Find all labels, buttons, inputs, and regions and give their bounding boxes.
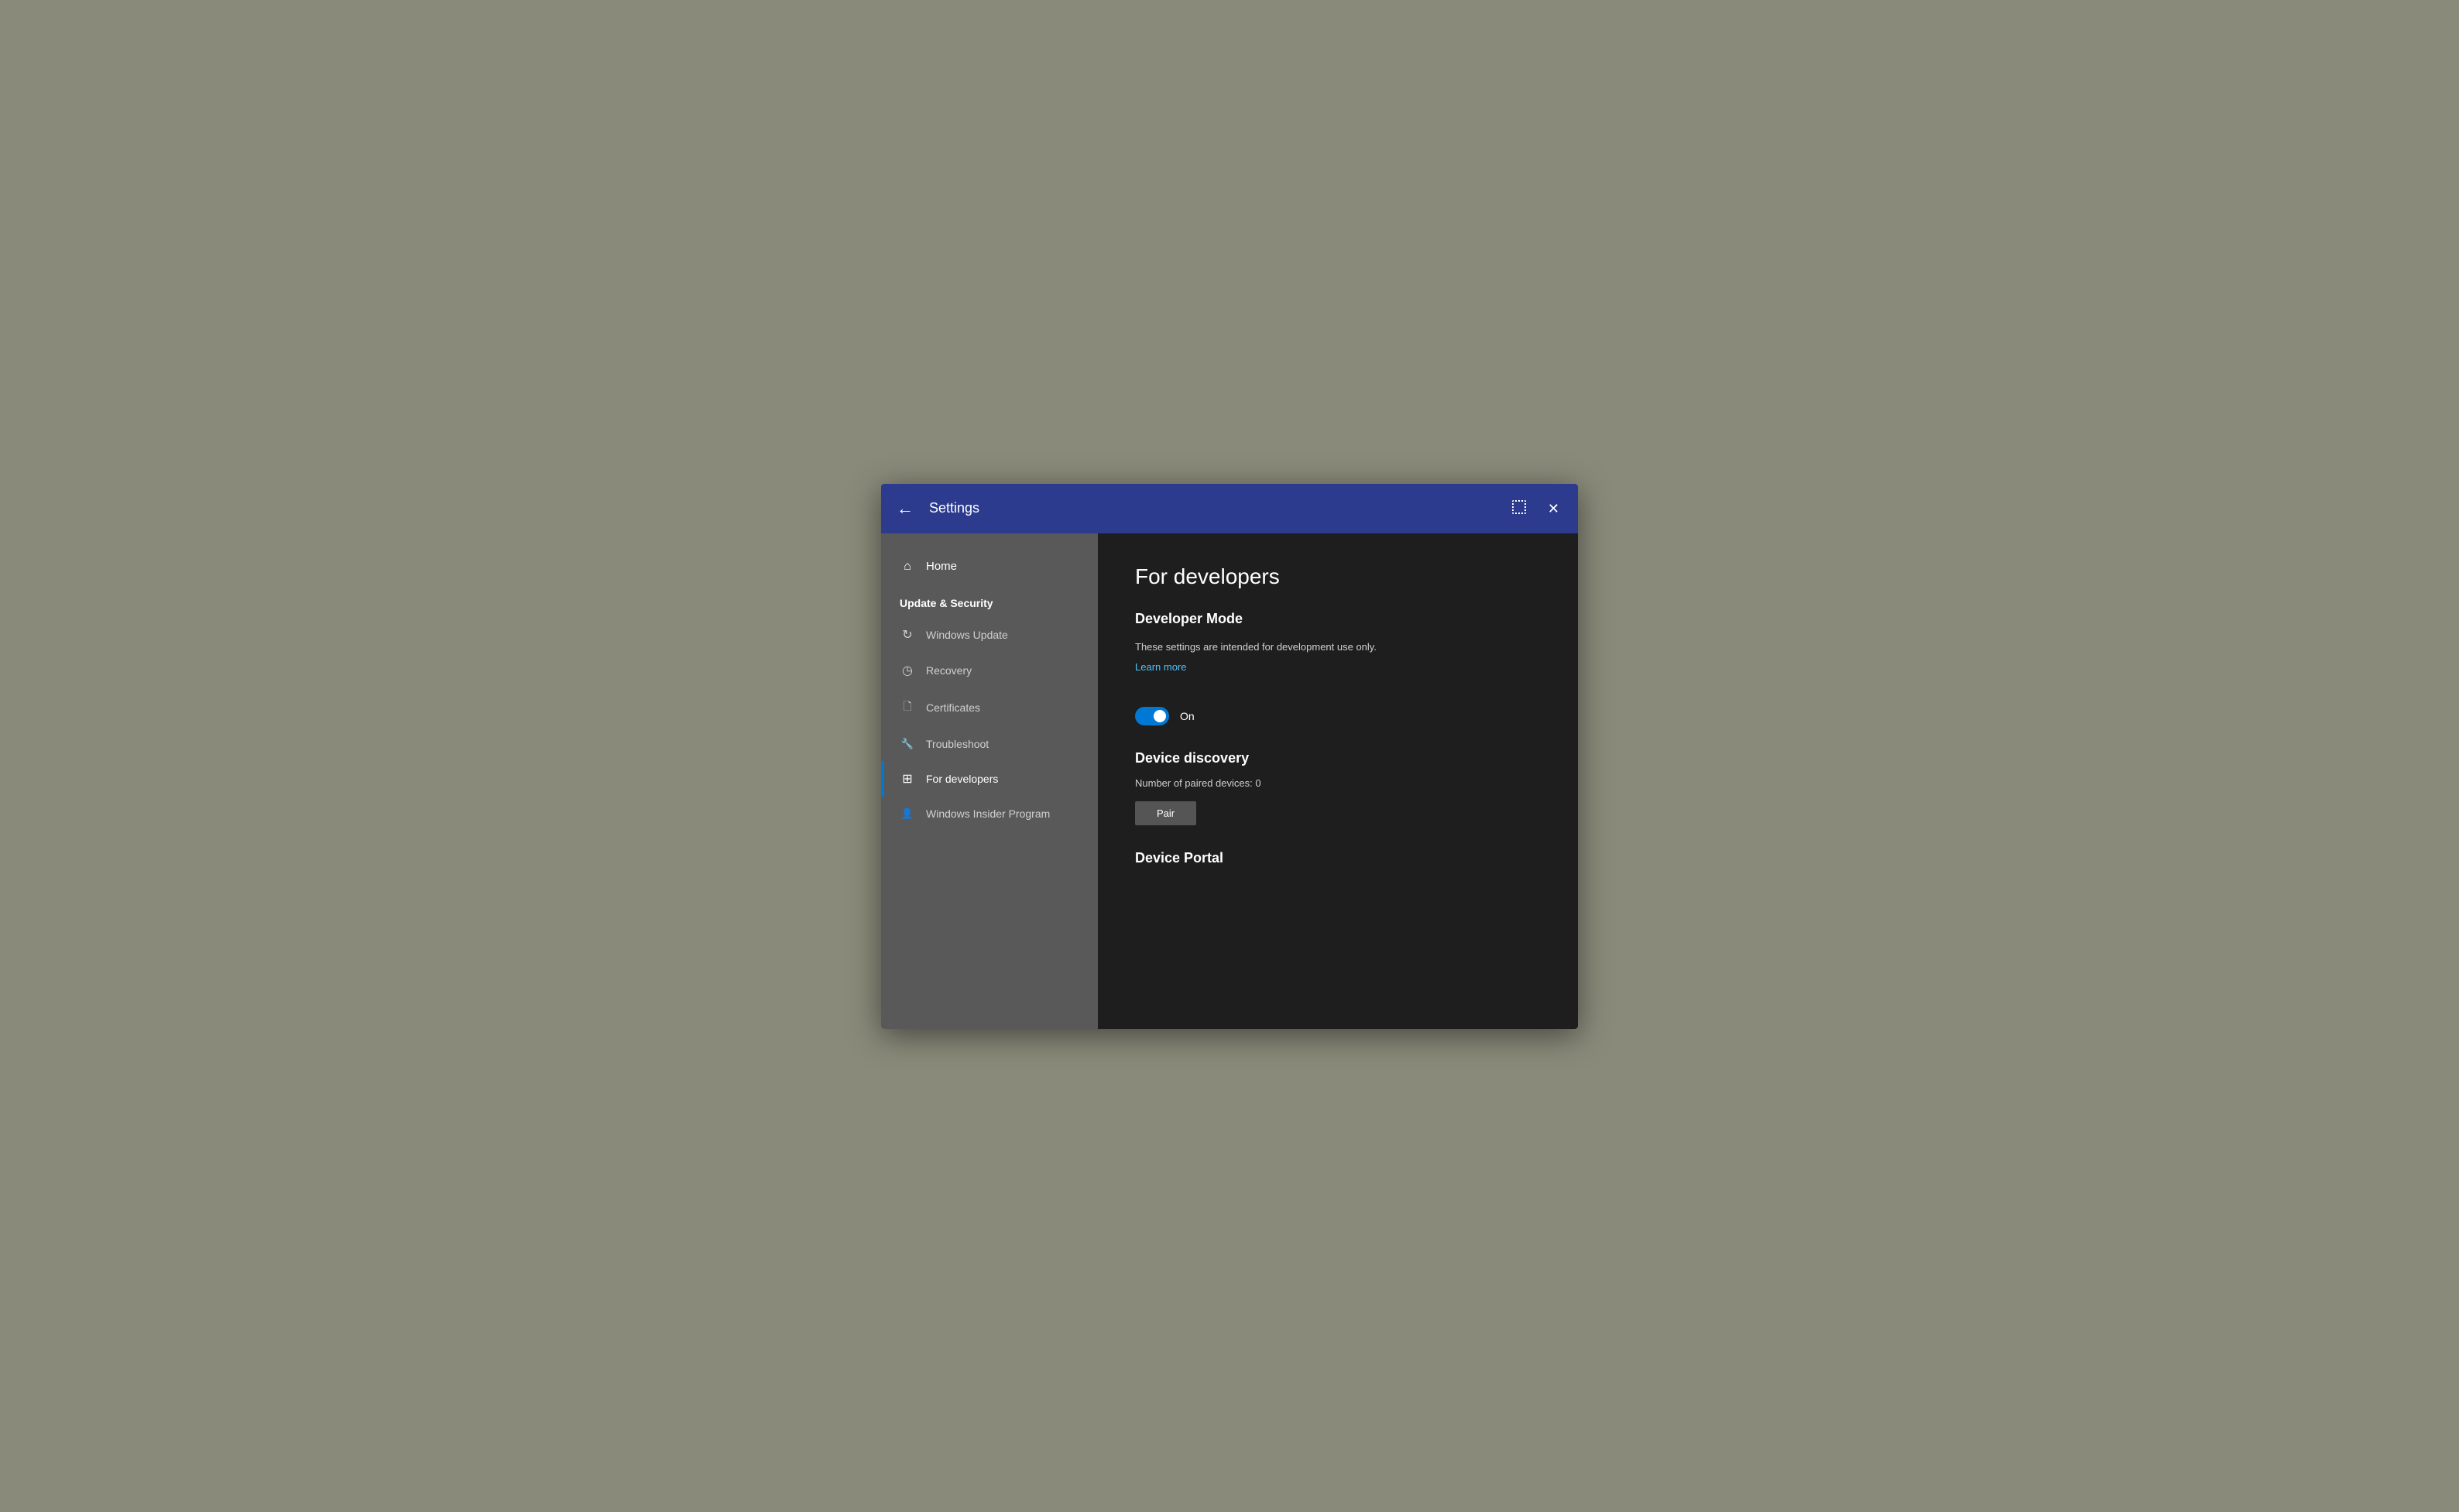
sidebar-item-home[interactable]: Home bbox=[881, 549, 1098, 585]
certificates-icon bbox=[900, 698, 915, 717]
sidebar-item-label: Certificates bbox=[926, 701, 980, 714]
device-portal-title: Device Portal bbox=[1135, 850, 1541, 866]
settings-window: ← Settings ✕ Home Update & Security Wind… bbox=[881, 484, 1578, 1029]
sidebar-item-windows-insider[interactable]: Windows Insider Program bbox=[881, 797, 1098, 831]
sidebar-item-troubleshoot[interactable]: Troubleshoot bbox=[881, 727, 1098, 761]
device-discovery-title: Device discovery bbox=[1135, 750, 1541, 766]
recovery-icon bbox=[900, 663, 915, 678]
sidebar-item-windows-update[interactable]: Windows Update bbox=[881, 617, 1098, 653]
developer-icon bbox=[900, 771, 915, 787]
main-panel: For developers Developer Mode These sett… bbox=[1098, 533, 1578, 1029]
sidebar-item-label: Windows Update bbox=[926, 629, 1008, 641]
developer-mode-title: Developer Mode bbox=[1135, 611, 1541, 627]
sidebar-home-label: Home bbox=[926, 560, 957, 573]
restore-icon bbox=[1512, 500, 1526, 514]
developer-mode-description: These settings are intended for developm… bbox=[1135, 639, 1541, 655]
toggle-state-label: On bbox=[1180, 710, 1195, 722]
sidebar-item-label: For developers bbox=[926, 773, 998, 785]
restore-button[interactable] bbox=[1509, 497, 1529, 519]
home-icon bbox=[900, 560, 915, 574]
sidebar-item-label: Windows Insider Program bbox=[926, 807, 1050, 820]
close-button[interactable]: ✕ bbox=[1545, 499, 1562, 519]
sidebar-section-label: Update & Security bbox=[881, 585, 1098, 617]
sidebar: Home Update & Security Windows Update Re… bbox=[881, 533, 1098, 1029]
pair-button[interactable]: Pair bbox=[1135, 801, 1196, 825]
developer-mode-toggle[interactable] bbox=[1135, 707, 1169, 725]
sidebar-item-for-developers[interactable]: For developers bbox=[881, 761, 1098, 797]
learn-more-link[interactable]: Learn more bbox=[1135, 661, 1186, 673]
insider-icon bbox=[900, 807, 915, 821]
titlebar-controls: ✕ bbox=[1509, 497, 1562, 519]
sidebar-item-recovery[interactable]: Recovery bbox=[881, 653, 1098, 688]
troubleshoot-icon bbox=[900, 737, 915, 751]
page-title: For developers bbox=[1135, 564, 1541, 589]
titlebar: ← Settings ✕ bbox=[881, 484, 1578, 533]
back-button[interactable]: ← bbox=[897, 500, 914, 517]
sidebar-item-label: Troubleshoot bbox=[926, 738, 989, 750]
paired-devices-text: Number of paired devices: 0 bbox=[1135, 777, 1541, 789]
sidebar-item-certificates[interactable]: Certificates bbox=[881, 688, 1098, 727]
sidebar-item-label: Recovery bbox=[926, 664, 972, 677]
titlebar-title: Settings bbox=[929, 500, 1509, 516]
developer-mode-toggle-row: On bbox=[1135, 707, 1541, 725]
windows-update-icon bbox=[900, 627, 915, 643]
content-area: Home Update & Security Windows Update Re… bbox=[881, 533, 1578, 1029]
